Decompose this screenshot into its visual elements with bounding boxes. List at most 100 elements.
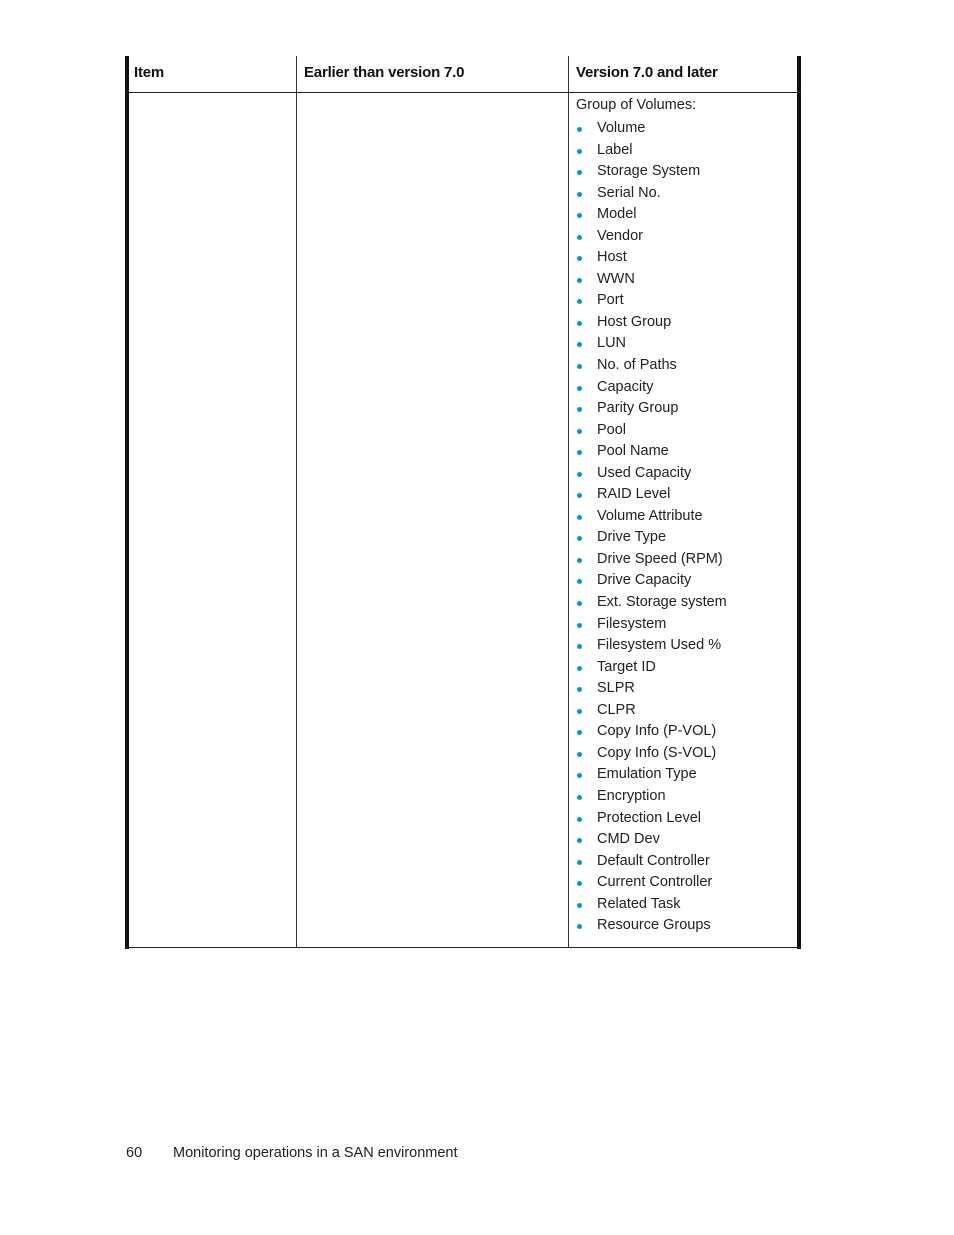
list-item: Host Group xyxy=(576,312,727,334)
list-item: LUN xyxy=(576,333,727,355)
list-item: Drive Speed (RPM) xyxy=(576,549,727,571)
bullet-icon xyxy=(577,514,582,520)
bullet-icon xyxy=(577,859,582,865)
list-item-label: Used Capacity xyxy=(597,464,692,481)
list-item-label: No. of Paths xyxy=(597,357,677,374)
list-item-label: Protection Level xyxy=(597,809,701,826)
list-item-label: WWN xyxy=(597,270,635,287)
table-left-border xyxy=(125,56,129,949)
list-item: Target ID xyxy=(576,657,727,679)
list-item: Pool xyxy=(576,420,727,442)
list-item-label: Filesystem xyxy=(597,615,667,632)
list-item-label: RAID Level xyxy=(597,486,671,503)
list-item-label: Pool xyxy=(597,421,627,438)
bullet-icon xyxy=(577,256,582,262)
bullet-icon xyxy=(577,299,582,305)
bullet-icon xyxy=(577,407,582,413)
bullet-icon xyxy=(577,557,582,563)
bullet-icon xyxy=(577,493,582,499)
list-item-label: Current Controller xyxy=(597,874,713,891)
list-item-label: Filesystem Used % xyxy=(597,637,722,654)
list-item-label: Copy Info (S-VOL) xyxy=(597,744,717,761)
bullet-icon xyxy=(577,902,582,908)
bullet-icon xyxy=(577,601,582,607)
list-item: Encryption xyxy=(576,786,727,808)
bullet-icon xyxy=(577,320,582,326)
list-item: Used Capacity xyxy=(576,463,727,485)
bullet-icon xyxy=(577,665,582,671)
bullet-icon xyxy=(577,148,582,154)
bullet-icon xyxy=(577,881,582,887)
list-item: Default Controller xyxy=(576,851,727,873)
list-item-label: Model xyxy=(597,206,637,223)
bullet-icon xyxy=(577,127,582,132)
bullet-icon xyxy=(577,622,582,628)
list-item: SLPR xyxy=(576,678,727,700)
bullet-icon xyxy=(577,385,582,391)
list-item-label: Resource Groups xyxy=(597,917,711,934)
list-item-label: CLPR xyxy=(597,701,636,718)
list-item: Resource Groups xyxy=(576,915,727,937)
bullet-icon xyxy=(577,838,582,844)
bullet-icon xyxy=(577,751,582,757)
list-item-label: Host Group xyxy=(597,313,672,330)
volume-field-list: Volume Label Storage System Serial No. Model… xyxy=(576,118,727,937)
bullet-icon xyxy=(577,364,582,370)
list-item: Port xyxy=(576,290,727,312)
table-bottom-border xyxy=(125,947,801,948)
bullet-icon xyxy=(577,536,582,542)
list-item-label: Related Task xyxy=(597,895,681,912)
bullet-icon xyxy=(577,191,582,197)
list-item: Volume xyxy=(576,118,727,140)
list-item: Drive Type xyxy=(576,527,727,549)
bullet-icon xyxy=(577,730,582,736)
bullet-icon xyxy=(577,579,582,585)
list-item: Protection Level xyxy=(576,808,727,830)
list-item: Emulation Type xyxy=(576,764,727,786)
list-item: Storage System xyxy=(576,161,727,183)
bullet-icon xyxy=(577,213,582,219)
list-item-label: Drive Capacity xyxy=(597,572,692,589)
list-item: Copy Info (P-VOL) xyxy=(576,721,727,743)
list-item-label: Capacity xyxy=(597,378,654,395)
bullet-icon xyxy=(577,234,582,240)
list-item: Serial No. xyxy=(576,183,727,205)
bullet-icon xyxy=(577,450,582,456)
list-item: CLPR xyxy=(576,700,727,722)
bullet-icon xyxy=(577,644,582,650)
bullet-icon xyxy=(577,708,582,714)
list-item-label: Drive Speed (RPM) xyxy=(597,550,723,567)
list-item: Drive Capacity xyxy=(576,570,727,592)
list-item: No. of Paths xyxy=(576,355,727,377)
bullet-icon xyxy=(577,794,582,800)
section-title: Monitoring operations in a SAN environme… xyxy=(173,1145,458,1161)
bullet-icon xyxy=(577,342,582,348)
list-item-label: Label xyxy=(597,141,633,158)
list-item-label: Ext. Storage system xyxy=(597,594,727,611)
list-item-label: Storage System xyxy=(597,163,701,180)
list-item-label: CMD Dev xyxy=(597,831,660,848)
bullet-icon xyxy=(577,924,582,930)
list-item-label: Volume Attribute xyxy=(597,507,703,524)
list-item-label: Vendor xyxy=(597,227,643,244)
list-item-label: Volume xyxy=(597,120,646,136)
list-item: Volume Attribute xyxy=(576,506,727,528)
list-item: Pool Name xyxy=(576,441,727,463)
list-item: Related Task xyxy=(576,894,727,916)
bullet-icon xyxy=(577,773,582,779)
list-item-label: LUN xyxy=(597,335,627,352)
column-header-earlier: Earlier than version 7.0 xyxy=(304,64,465,81)
list-item: Current Controller xyxy=(576,872,727,894)
list-item-label: Host xyxy=(597,249,627,266)
list-item-label: Encryption xyxy=(597,787,666,804)
group-title: Group of Volumes: xyxy=(576,97,697,113)
list-item-label: Drive Type xyxy=(597,529,667,546)
list-item: Label xyxy=(576,140,727,162)
bullet-icon xyxy=(577,687,582,693)
list-item: Filesystem xyxy=(576,614,727,636)
list-item-label: SLPR xyxy=(597,680,635,697)
bullet-icon xyxy=(577,428,582,434)
list-item: Host xyxy=(576,247,727,269)
list-item: Parity Group xyxy=(576,398,727,420)
list-item: Vendor xyxy=(576,226,727,248)
